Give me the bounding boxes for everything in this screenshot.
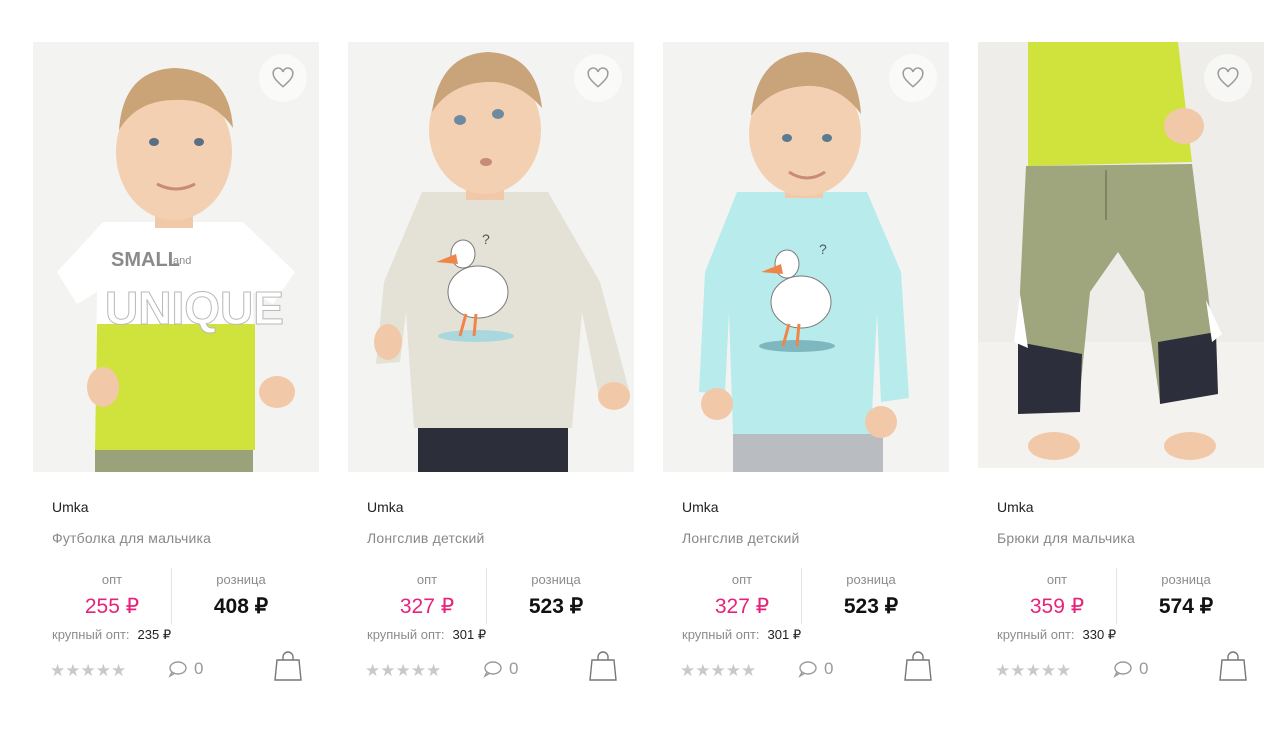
rating-stars[interactable]: ★★★★★ — [50, 662, 126, 680]
product-brand[interactable]: Umka — [367, 499, 404, 515]
rating-stars[interactable]: ★★★★★ — [680, 662, 756, 680]
product-title[interactable]: Лонгслив детский — [682, 530, 800, 546]
bulk-price-value: 301 ₽ — [452, 627, 487, 642]
product-image[interactable]: SMALL and UNIQUE — [33, 42, 319, 472]
bulk-price: крупный опт: 301 ₽ — [682, 627, 801, 643]
heart-icon — [902, 67, 924, 88]
retail-price-label: розница — [846, 572, 896, 587]
retail-price-label: розница — [1161, 572, 1211, 587]
shopping-bag-icon[interactable] — [1218, 650, 1248, 682]
price-block: опт 327 ₽ розница 523 ₽ — [663, 568, 949, 628]
opt-price-label: опт — [1046, 572, 1068, 587]
retail-price-label: розница — [216, 572, 266, 587]
speech-bubble-icon — [798, 661, 817, 678]
rating-stars[interactable]: ★★★★★ — [365, 662, 441, 680]
retail-price: 523 ₽ — [843, 595, 899, 618]
star-icons: ★★★★★ — [365, 661, 442, 680]
retail-price: 523 ₽ — [528, 595, 584, 618]
opt-price-label: опт — [101, 572, 123, 587]
opt-price: 359 ₽ — [1029, 595, 1085, 618]
svg-text:SMALL: SMALL — [111, 249, 180, 271]
product-brand[interactable]: Umka — [682, 499, 719, 515]
bulk-price: крупный опт: 301 ₽ — [367, 627, 486, 643]
opt-price: 327 ₽ — [399, 595, 455, 618]
comments-link[interactable]: 0 — [1113, 659, 1148, 679]
product-brand[interactable]: Umka — [997, 499, 1034, 515]
heart-icon — [272, 67, 294, 88]
product-title[interactable]: Лонгслив детский — [367, 530, 485, 546]
product-card[interactable]: ? Umka Лонгслив детский опт 327 ₽ розниц… — [663, 0, 949, 732]
retail-price-label: розница — [531, 572, 581, 587]
svg-text:?: ? — [482, 231, 490, 247]
opt-price: 255 ₽ — [84, 595, 140, 618]
svg-text:UNIQUE: UNIQUE — [105, 282, 284, 334]
star-icons: ★★★★★ — [680, 661, 757, 680]
heart-icon — [587, 67, 609, 88]
product-brand[interactable]: Umka — [52, 499, 89, 515]
speech-bubble-icon — [168, 661, 187, 678]
retail-price: 408 ₽ — [213, 595, 269, 618]
rating-stars[interactable]: ★★★★★ — [995, 662, 1071, 680]
product-title[interactable]: Брюки для мальчика — [997, 530, 1135, 546]
opt-price-label: опт — [731, 572, 753, 587]
bulk-price-label: крупный опт: — [367, 627, 445, 642]
star-icons: ★★★★★ — [50, 661, 127, 680]
bulk-price: крупный опт: 235 ₽ — [52, 627, 171, 643]
comments-link[interactable]: 0 — [483, 659, 518, 679]
comments-count: 0 — [824, 659, 834, 678]
comments-link[interactable]: 0 — [168, 659, 203, 679]
bulk-price-value: 330 ₽ — [1082, 627, 1117, 642]
svg-text:?: ? — [819, 241, 827, 257]
shopping-bag-icon[interactable] — [903, 650, 933, 682]
shopping-bag-icon[interactable] — [273, 650, 303, 682]
favorite-button[interactable] — [574, 54, 622, 102]
comments-link[interactable]: 0 — [798, 659, 833, 679]
comments-count: 0 — [1139, 659, 1149, 678]
product-image[interactable]: ? — [348, 42, 634, 472]
speech-bubble-icon — [483, 661, 502, 678]
favorite-button[interactable] — [1204, 54, 1252, 102]
price-block: опт 327 ₽ розница 523 ₽ — [348, 568, 634, 628]
price-block: опт 255 ₽ розница 408 ₽ — [33, 568, 319, 628]
svg-text:and: and — [173, 255, 191, 267]
favorite-button[interactable] — [889, 54, 937, 102]
retail-price: 574 ₽ — [1158, 595, 1214, 618]
speech-bubble-icon — [1113, 661, 1132, 678]
comments-count: 0 — [194, 659, 204, 678]
product-image[interactable] — [978, 42, 1264, 468]
product-card[interactable]: Umka Брюки для мальчика опт 359 ₽ розниц… — [978, 0, 1264, 732]
opt-price: 327 ₽ — [714, 595, 770, 618]
bulk-price: крупный опт: 330 ₽ — [997, 627, 1116, 643]
product-card[interactable]: ? Umka Лонгслив детский опт 327 ₽ розниц… — [348, 0, 634, 732]
bulk-price-value: 235 ₽ — [137, 627, 172, 642]
product-card[interactable]: SMALL and UNIQUE Umka Футболка для мальч… — [33, 0, 319, 732]
comments-count: 0 — [509, 659, 519, 678]
shopping-bag-icon[interactable] — [588, 650, 618, 682]
favorite-button[interactable] — [259, 54, 307, 102]
bulk-price-label: крупный опт: — [52, 627, 130, 642]
bulk-price-label: крупный опт: — [997, 627, 1075, 642]
bulk-price-label: крупный опт: — [682, 627, 760, 642]
product-image[interactable]: ? — [663, 42, 949, 472]
star-icons: ★★★★★ — [995, 661, 1072, 680]
price-block: опт 359 ₽ розница 574 ₽ — [978, 568, 1264, 628]
heart-icon — [1217, 67, 1239, 88]
bulk-price-value: 301 ₽ — [767, 627, 802, 642]
opt-price-label: опт — [416, 572, 438, 587]
product-title[interactable]: Футболка для мальчика — [52, 530, 211, 546]
